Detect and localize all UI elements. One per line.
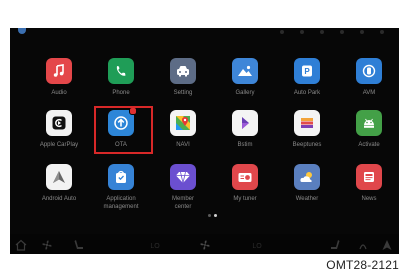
svg-text:P: P <box>304 67 310 76</box>
app-weather[interactable]: Weather <box>276 164 336 224</box>
app-label: Gallery <box>235 90 255 96</box>
app-label: Apple CarPlay <box>39 142 79 148</box>
phone-icon <box>108 58 134 84</box>
android-auto-icon <box>46 164 72 190</box>
app-label: NAVI <box>176 142 190 148</box>
app-navi[interactable]: NAVI <box>152 110 212 170</box>
app-bstim[interactable]: Bstim <box>214 110 274 170</box>
music-note-icon <box>46 58 72 84</box>
app-label: Weather <box>295 196 319 202</box>
infotainment-screen: Audio Phone Setting Gallery P Auto Park AVM App… <box>10 28 399 254</box>
figure-caption: OMT28-2121 <box>326 258 399 272</box>
page-dot[interactable] <box>208 214 211 217</box>
app-avm[interactable]: AVM <box>338 58 398 118</box>
app-member-center[interactable]: Member center <box>152 164 212 224</box>
app-gallery[interactable]: Gallery <box>214 58 274 118</box>
temp-right-icon[interactable]: LO <box>250 237 264 251</box>
defrost-icon[interactable] <box>356 237 370 251</box>
app-label: Beeptunes <box>292 142 322 148</box>
app-label: AVM <box>362 90 376 96</box>
car-settings-icon <box>170 58 196 84</box>
app-audio[interactable]: Audio <box>28 58 88 118</box>
home-icon[interactable] <box>14 237 28 251</box>
app-beeptunes[interactable]: Beeptunes <box>276 110 336 170</box>
fan-icon[interactable] <box>40 237 54 251</box>
seat-icon[interactable] <box>72 237 86 251</box>
app-my-tuner[interactable]: My tuner <box>214 164 274 224</box>
app-label: Bstim <box>237 142 253 148</box>
svg-text:LO: LO <box>252 243 262 250</box>
app-label: Phone <box>112 90 130 96</box>
navigation-arrow-icon[interactable] <box>380 237 394 251</box>
beeptunes-icon <box>294 110 320 136</box>
app-label: Setting <box>173 90 193 96</box>
ac-fan-icon[interactable] <box>198 237 212 251</box>
gallery-icon <box>232 58 258 84</box>
radio-icon <box>232 164 258 190</box>
app-label: Audio <box>51 90 67 96</box>
map-pin-icon <box>170 110 196 136</box>
app-label: My tuner <box>233 196 257 202</box>
bottom-dock: LO LO <box>10 234 399 254</box>
app-news[interactable]: News <box>338 164 398 224</box>
carplay-icon <box>46 110 72 136</box>
svg-text:LO: LO <box>150 243 160 250</box>
app-store-icon <box>108 164 134 190</box>
bstim-icon <box>232 110 258 136</box>
avm-icon <box>356 58 382 84</box>
app-label: Android Auto <box>41 196 77 202</box>
temp-left-icon[interactable]: LO <box>148 237 162 251</box>
app-application-management[interactable]: Application management <box>90 164 150 224</box>
seat-right-icon[interactable] <box>328 237 342 251</box>
app-activate[interactable]: Activate <box>338 110 398 170</box>
app-label: Activate <box>358 142 380 148</box>
diamond-icon <box>170 164 196 190</box>
ota-highlight-frame <box>94 106 153 154</box>
android-activate-icon <box>356 110 382 136</box>
app-label: Member center <box>171 196 194 210</box>
app-auto-park[interactable]: P Auto Park <box>276 58 336 118</box>
app-android-auto[interactable]: Android Auto <box>28 164 88 224</box>
app-apple-carplay[interactable]: Apple CarPlay <box>28 110 88 170</box>
app-label: Application management <box>103 196 139 210</box>
app-label: News <box>361 196 377 202</box>
weather-icon <box>294 164 320 190</box>
app-setting[interactable]: Setting <box>152 58 212 118</box>
app-label: Auto Park <box>293 90 321 96</box>
app-grid: Audio Phone Setting Gallery P Auto Park AVM App… <box>10 28 399 254</box>
page-dot[interactable] <box>214 214 217 217</box>
auto-park-icon: P <box>294 58 320 84</box>
page-indicator <box>208 214 222 218</box>
news-icon <box>356 164 382 190</box>
